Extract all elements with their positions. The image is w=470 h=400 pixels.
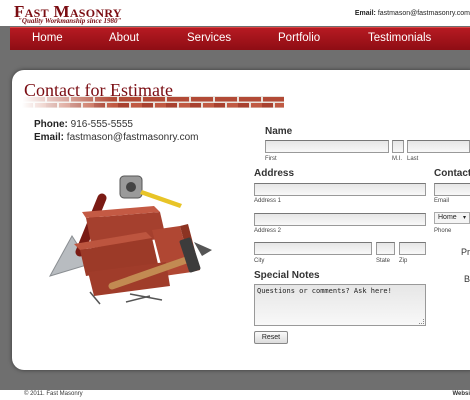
contact-heading: Contact bbox=[434, 168, 470, 179]
contact-phone-label: Phone bbox=[434, 228, 452, 234]
first-label: First bbox=[265, 156, 277, 162]
copyright-text: © 2011. Fast Masonry bbox=[24, 391, 83, 397]
middle-initial-input[interactable] bbox=[392, 140, 404, 153]
nav-about[interactable]: About bbox=[109, 32, 139, 44]
last-label: Last bbox=[407, 156, 419, 162]
logo-tagline: "Quality Workmanship since 1980" bbox=[18, 17, 122, 25]
contact-email-label: Email bbox=[434, 198, 450, 204]
nav-testimonials[interactable]: Testimonials bbox=[368, 32, 431, 44]
nav-home[interactable]: Home bbox=[32, 32, 63, 44]
mi-label: M.I. bbox=[392, 156, 402, 162]
email-value[interactable]: fastmason@fastmasonry.com bbox=[67, 132, 199, 143]
address-heading: Address bbox=[254, 168, 295, 179]
main-nav: Home About Services Portfolio Testimonia… bbox=[10, 27, 470, 50]
state-input[interactable] bbox=[376, 242, 395, 255]
reset-button[interactable]: Reset bbox=[254, 331, 288, 344]
address2-label: Address 2 bbox=[254, 228, 282, 234]
state-label: State bbox=[376, 258, 391, 264]
bricks-tools-image bbox=[48, 175, 212, 305]
header-email-value[interactable]: fastmason@fastmasonry.com bbox=[378, 10, 470, 17]
header-email: Email: fastmason@fastmasonry.com bbox=[355, 10, 470, 17]
contact-phone: Phone: 916-555-5555 bbox=[34, 119, 133, 130]
preferred-contact-label: Pr bbox=[461, 247, 470, 257]
email-label: Email: bbox=[34, 132, 65, 143]
address2-input[interactable] bbox=[254, 213, 426, 226]
phone-type-select[interactable]: Home ▾ bbox=[434, 212, 470, 224]
nav-services[interactable]: Services bbox=[187, 32, 231, 44]
phone-type-value: Home bbox=[438, 214, 457, 221]
phone-label: Phone: bbox=[34, 119, 68, 130]
brick-divider bbox=[22, 96, 284, 108]
header-email-label: Email: bbox=[354, 10, 376, 17]
nav-portfolio[interactable]: Portfolio bbox=[278, 32, 320, 44]
notes-heading: Special Notes bbox=[254, 270, 320, 281]
address1-label: Address 1 bbox=[254, 198, 282, 204]
zip-input[interactable] bbox=[399, 242, 426, 255]
address1-input[interactable] bbox=[254, 183, 426, 196]
notes-placeholder: Questions or comments? Ask here! bbox=[257, 287, 392, 295]
footer-website-credit[interactable]: Websi bbox=[452, 391, 470, 397]
site-footer: © 2011. Fast Masonry Websi bbox=[0, 390, 470, 400]
first-name-input[interactable] bbox=[265, 140, 389, 153]
name-heading: Name bbox=[265, 126, 293, 137]
last-name-input[interactable] bbox=[407, 140, 470, 153]
city-label: City bbox=[254, 258, 265, 264]
site-header: Fast Masonry "Quality Workmanship since … bbox=[0, 0, 470, 26]
resize-grip-icon[interactable] bbox=[419, 319, 424, 324]
best-time-label: B bbox=[464, 274, 470, 284]
zip-label: Zip bbox=[399, 258, 408, 264]
phone-value: 916-555-5555 bbox=[70, 119, 133, 130]
contact-email-input[interactable] bbox=[434, 183, 470, 196]
contact-email: Email: fastmason@fastmasonry.com bbox=[34, 132, 198, 143]
city-input[interactable] bbox=[254, 242, 372, 255]
notes-textarea[interactable]: Questions or comments? Ask here! bbox=[254, 284, 426, 326]
chevron-down-icon: ▾ bbox=[463, 215, 467, 221]
